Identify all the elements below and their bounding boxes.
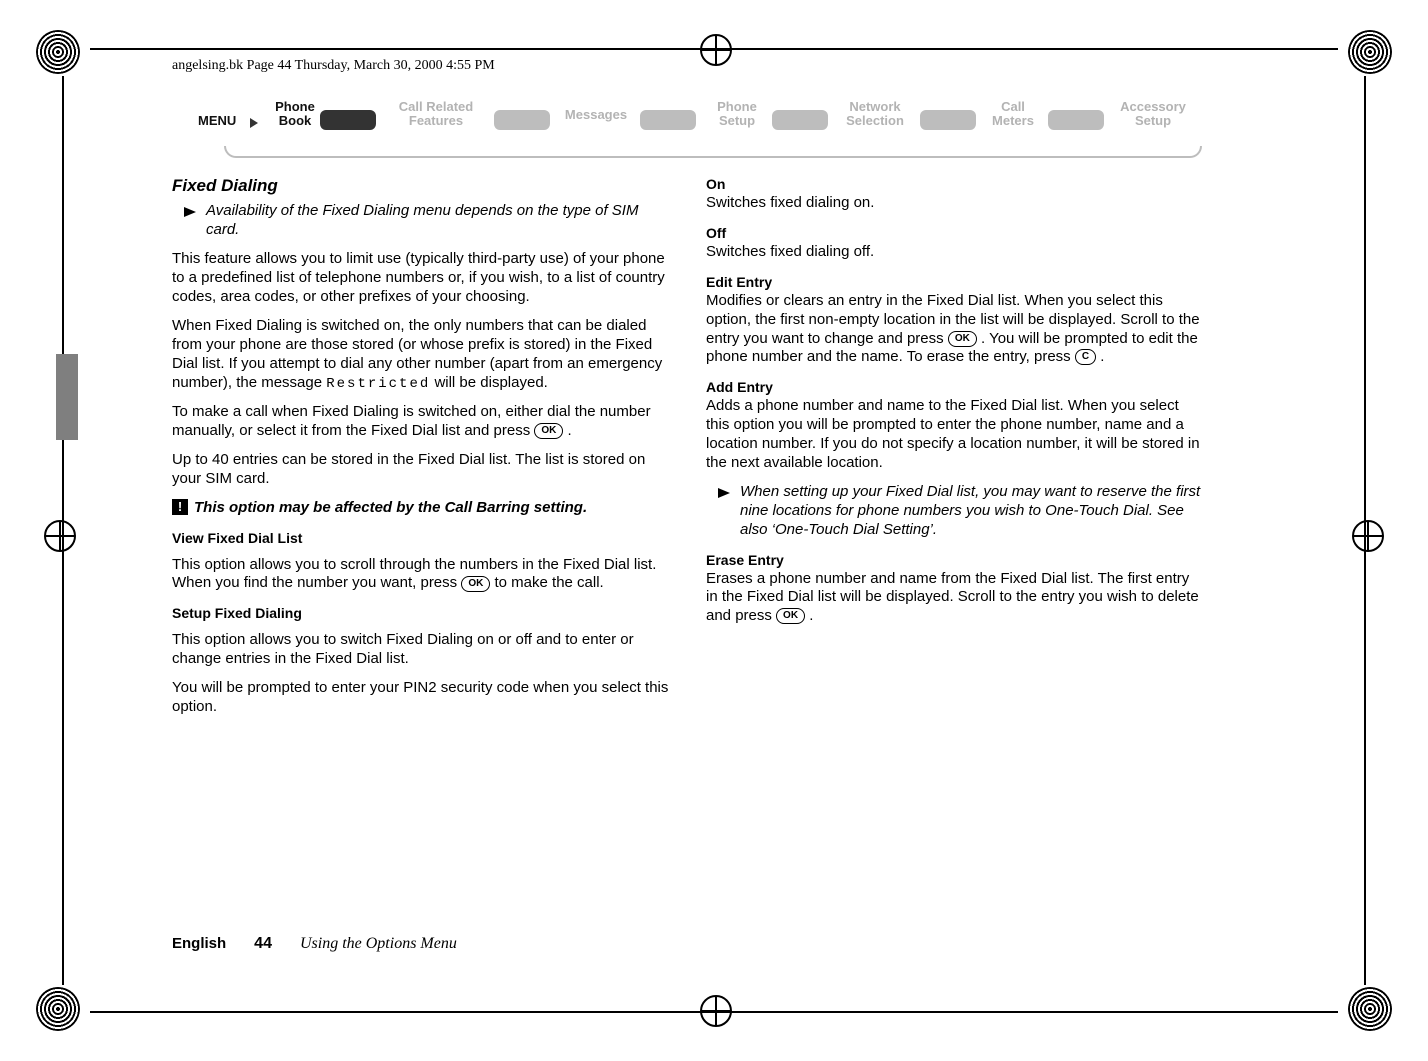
menu-ribbon: MENU Phone Book Call Related Features Me…: [198, 100, 1228, 156]
pointing-hand-icon: [706, 483, 734, 503]
print-rule: [62, 76, 64, 985]
registration-mark-icon: [44, 520, 76, 552]
ribbon-segment: [920, 110, 976, 130]
ok-key-icon: OK: [461, 576, 490, 592]
print-disc-icon: [1348, 987, 1392, 1031]
ok-key-icon: OK: [776, 608, 805, 624]
ribbon-item-line2: Setup: [719, 113, 755, 128]
footer-section-title: Using the Options Menu: [300, 935, 457, 953]
paragraph: You will be prompted to enter your PIN2 …: [172, 679, 670, 717]
note-text: Availability of the Fixed Dialing menu d…: [206, 202, 670, 240]
text-run: .: [568, 422, 572, 439]
ribbon-item-line2: Book: [279, 113, 312, 128]
print-rule: [90, 48, 1338, 50]
print-disc-icon: [36, 30, 80, 74]
paragraph: When Fixed Dialing is switched on, the o…: [172, 317, 670, 393]
ribbon-segment: [494, 110, 550, 130]
subhead-off: Off: [706, 225, 1204, 241]
paragraph: Erases a phone number and name from the …: [706, 570, 1204, 627]
ok-key-icon: OK: [948, 331, 977, 347]
paragraph: Modifies or clears an entry in the Fixed…: [706, 292, 1204, 368]
text-run: .: [809, 607, 813, 624]
footer-page-number: 44: [254, 935, 272, 953]
left-column: Fixed Dialing Availability of the Fixed …: [172, 176, 670, 727]
paragraph: To make a call when Fixed Dialing is swi…: [172, 403, 670, 441]
registration-mark-icon: [1352, 520, 1384, 552]
side-thumb-tab: [56, 354, 78, 440]
text-run: .: [1100, 348, 1104, 365]
ribbon-item-line1: Phone: [717, 99, 757, 114]
ribbon-item-accessory-setup: Accessory Setup: [1108, 100, 1198, 128]
ribbon-item-line2: Features: [409, 113, 463, 128]
body-columns: Fixed Dialing Availability of the Fixed …: [172, 176, 1258, 727]
note-one-touch: When setting up your Fixed Dial list, yo…: [706, 483, 1204, 540]
ribbon-item-phone-book: Phone Book: [262, 100, 328, 128]
subhead-edit-entry: Edit Entry: [706, 274, 1204, 290]
right-column: On Switches fixed dialing on. Off Switch…: [706, 176, 1204, 727]
exclamation-icon: !: [172, 499, 188, 515]
text-run: will be displayed.: [434, 374, 547, 391]
code-text: Restricted: [326, 376, 430, 392]
ribbon-item-messages: Messages: [554, 108, 638, 122]
print-rule: [1364, 76, 1366, 985]
paragraph: Adds a phone number and name to the Fixe…: [706, 397, 1204, 473]
paragraph: This option allows you to switch Fixed D…: [172, 631, 670, 669]
note-text: When setting up your Fixed Dial list, yo…: [740, 483, 1204, 540]
pointing-hand-icon: [172, 202, 200, 222]
paragraph: Switches fixed dialing on.: [706, 194, 1204, 213]
ribbon-item-line2: Meters: [992, 113, 1034, 128]
text-run: To make a call when Fixed Dialing is swi…: [172, 403, 651, 439]
running-header: angelsing.bk Page 44 Thursday, March 30,…: [172, 58, 495, 74]
subhead-view-list: View Fixed Dial List: [172, 530, 670, 546]
print-disc-icon: [36, 987, 80, 1031]
ribbon-item-line2: Selection: [846, 113, 904, 128]
subhead-erase-entry: Erase Entry: [706, 552, 1204, 568]
menu-label: MENU: [198, 114, 236, 128]
section-title: Fixed Dialing: [172, 176, 670, 196]
ribbon-item-call-related: Call Related Features: [380, 100, 492, 128]
ribbon-segment: [640, 110, 696, 130]
ribbon-item-call-meters: Call Meters: [980, 100, 1046, 128]
print-rule: [90, 1011, 1338, 1013]
ok-key-icon: OK: [534, 423, 563, 439]
warning-call-barring: ! This option may be affected by the Cal…: [172, 499, 670, 518]
ribbon-item-line1: Call Related: [399, 99, 473, 114]
paragraph: This option allows you to scroll through…: [172, 556, 670, 594]
paragraph: This feature allows you to limit use (ty…: [172, 250, 670, 307]
ribbon-item-line1: Messages: [565, 107, 627, 122]
paragraph: Switches fixed dialing off.: [706, 243, 1204, 262]
ribbon-underline: [224, 146, 1202, 158]
warning-text: This option may be affected by the Call …: [194, 499, 587, 518]
subhead-add-entry: Add Entry: [706, 379, 1204, 395]
subhead-setup-fixed: Setup Fixed Dialing: [172, 605, 670, 621]
ribbon-item-line2: Setup: [1135, 113, 1171, 128]
footer-language: English: [172, 935, 226, 952]
print-disc-icon: [1348, 30, 1392, 74]
ribbon-item-line1: Phone: [275, 99, 315, 114]
ribbon-item-line1: Network: [849, 99, 900, 114]
ribbon-segment: [772, 110, 828, 130]
ribbon-segment: [1048, 110, 1104, 130]
paragraph: Up to 40 entries can be stored in the Fi…: [172, 451, 670, 489]
subhead-on: On: [706, 176, 1204, 192]
ribbon-item-network-selection: Network Selection: [830, 100, 920, 128]
c-key-icon: C: [1075, 349, 1096, 365]
registration-mark-icon: [700, 34, 732, 66]
ribbon-item-line1: Call: [1001, 99, 1025, 114]
ribbon-item-line1: Accessory: [1120, 99, 1186, 114]
menu-arrow-icon: [250, 118, 258, 128]
text-run: to make the call.: [495, 574, 604, 591]
page-footer: English 44 Using the Options Menu: [172, 935, 457, 953]
ribbon-item-phone-setup: Phone Setup: [702, 100, 772, 128]
note-availability: Availability of the Fixed Dialing menu d…: [172, 202, 670, 240]
ribbon-segment: [320, 110, 376, 130]
